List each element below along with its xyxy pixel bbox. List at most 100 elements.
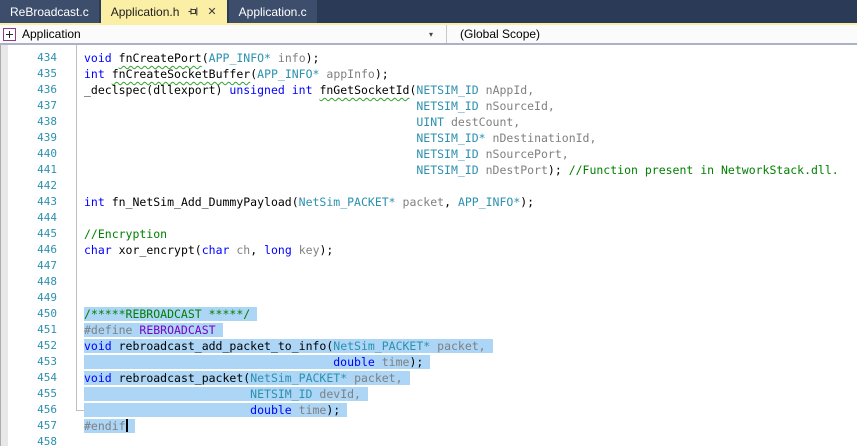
line-number[interactable]: 458 bbox=[0, 434, 57, 446]
line-number[interactable]: 439 bbox=[0, 130, 57, 146]
line-number[interactable]: 447 bbox=[0, 258, 57, 274]
types-dropdown[interactable]: Application ▾ bbox=[0, 25, 446, 43]
selection-highlight: double time); bbox=[84, 355, 431, 369]
line-number[interactable]: 449 bbox=[0, 290, 57, 306]
code-line[interactable]: 437 NETSIM_ID nSourceId, bbox=[0, 98, 857, 114]
code-line[interactable]: 439 NETSIM_ID* nDestinationId, bbox=[0, 130, 857, 146]
line-number[interactable]: 444 bbox=[0, 210, 57, 226]
line-number[interactable]: 435 bbox=[0, 66, 57, 82]
code-line[interactable]: 435 int fnCreateSocketBuffer(APP_INFO* ap… bbox=[0, 66, 857, 82]
code-token: NETSIM_ID bbox=[416, 99, 479, 113]
tab-label: ReBroadcast.c bbox=[10, 4, 89, 19]
code-token: rebroadcast_add_packet_to_info( bbox=[111, 339, 334, 353]
code-line[interactable]: 451 #define REBROADCAST bbox=[0, 322, 857, 338]
code-line[interactable]: 446 char xor_encrypt(char ch, long key); bbox=[0, 242, 857, 258]
line-number[interactable]: 434 bbox=[0, 50, 57, 66]
code-token: unsigned bbox=[229, 83, 285, 97]
line-number[interactable]: 451 bbox=[0, 322, 57, 338]
line-number[interactable]: 448 bbox=[0, 274, 57, 290]
code-editor[interactable]: 434 void fnCreatePort(APP_INFO* info); 435… bbox=[0, 45, 857, 446]
code-line[interactable]: 455 NETSIM_ID devId, bbox=[0, 386, 857, 402]
line-number[interactable]: 443 bbox=[0, 194, 57, 210]
code-line[interactable]: 454 void rebroadcast_packet(NetSim_PACKET… bbox=[0, 370, 857, 386]
code-line[interactable]: 441 NETSIM_ID nDestPort); //Function pre… bbox=[0, 162, 857, 178]
line-number[interactable]: 440 bbox=[0, 146, 57, 162]
code-token: char bbox=[84, 243, 112, 257]
code-pane[interactable]: 434 void fnCreatePort(APP_INFO* info); 435… bbox=[0, 45, 857, 446]
code-token: int bbox=[84, 67, 105, 81]
line-number[interactable]: 436 bbox=[0, 82, 57, 98]
code-token: double bbox=[333, 355, 375, 369]
code-line-text: int fn_NetSim_Add_DummyPayload(NetSim_PA… bbox=[57, 194, 534, 210]
code-line[interactable]: 438 UINT destCount, bbox=[0, 114, 857, 130]
code-token: nSourcePort, bbox=[485, 147, 569, 161]
code-line[interactable]: 453 double time); bbox=[0, 354, 857, 370]
close-icon[interactable]: ✕ bbox=[207, 6, 216, 17]
code-line[interactable]: 442 bbox=[0, 178, 857, 194]
code-line[interactable]: 436 _declspec(dllexport) unsigned int fnG… bbox=[0, 82, 857, 98]
code-line[interactable]: 458 bbox=[0, 434, 857, 446]
code-token: UINT bbox=[416, 115, 445, 129]
code-token: ); bbox=[305, 51, 320, 65]
code-line[interactable]: 444 bbox=[0, 210, 857, 226]
code-token: , bbox=[444, 195, 458, 209]
code-line-text: NETSIM_ID nSourcePort, bbox=[57, 146, 569, 162]
members-dropdown[interactable]: (Global Scope) bbox=[447, 25, 540, 43]
code-token: devId, bbox=[319, 387, 361, 401]
members-dropdown-value: (Global Scope) bbox=[460, 27, 541, 41]
selection-highlight: NETSIM_ID devId, bbox=[84, 387, 368, 401]
function-name-with-squiggle: fnGetSocketId bbox=[319, 83, 410, 97]
code-line-text: char xor_encrypt(char ch, long key); bbox=[57, 242, 333, 258]
code-line[interactable]: 443 int fn_NetSim_Add_DummyPayload(NetSim… bbox=[0, 194, 857, 210]
line-number[interactable]: 441 bbox=[0, 162, 57, 178]
line-number[interactable]: 446 bbox=[0, 242, 57, 258]
line-number[interactable]: 442 bbox=[0, 178, 57, 194]
code-line[interactable]: 448 bbox=[0, 274, 857, 290]
tab-application-h[interactable]: Application.h ✕ bbox=[100, 0, 227, 23]
code-line-text: #endif bbox=[57, 418, 135, 434]
code-line[interactable]: 449 bbox=[0, 290, 857, 306]
chevron-down-icon[interactable]: ▾ bbox=[429, 30, 433, 39]
code-line[interactable]: 456 double time); bbox=[0, 402, 857, 418]
code-line[interactable]: 440 NETSIM_ID nSourcePort, bbox=[0, 146, 857, 162]
tab-rebroadcast-c[interactable]: ReBroadcast.c bbox=[0, 0, 99, 23]
line-number[interactable]: 452 bbox=[0, 338, 57, 354]
code-token: info bbox=[277, 51, 306, 65]
code-line[interactable]: 447 bbox=[0, 258, 857, 274]
code-line-text: NETSIM_ID nDestPort); //Function present… bbox=[57, 162, 838, 178]
selection-highlight: #endif bbox=[84, 419, 135, 433]
code-token: NETSIM_ID bbox=[416, 163, 479, 177]
code-line[interactable]: 445 //Encryption bbox=[0, 226, 857, 242]
code-line[interactable]: 434 void fnCreatePort(APP_INFO* info); bbox=[0, 50, 857, 66]
code-token: double bbox=[250, 403, 292, 417]
code-line[interactable]: 452 void rebroadcast_add_packet_to_info(N… bbox=[0, 338, 857, 354]
line-number[interactable]: 455 bbox=[0, 386, 57, 402]
code-token: NETSIM_ID* bbox=[416, 131, 486, 145]
code-token: appInfo bbox=[326, 67, 375, 81]
line-number[interactable]: 453 bbox=[0, 354, 57, 370]
pin-icon[interactable] bbox=[188, 6, 199, 17]
code-line[interactable]: 457 #endif bbox=[0, 418, 857, 434]
code-token: NetSim_PACKET* bbox=[250, 371, 348, 385]
line-number[interactable]: 454 bbox=[0, 370, 57, 386]
code-token: ); bbox=[409, 355, 424, 369]
code-token: ch bbox=[236, 243, 251, 257]
line-number[interactable]: 456 bbox=[0, 402, 57, 418]
line-number[interactable]: 438 bbox=[0, 114, 57, 130]
code-token: , bbox=[250, 243, 265, 257]
line-number[interactable]: 437 bbox=[0, 98, 57, 114]
line-number[interactable]: 457 bbox=[0, 418, 57, 434]
code-line[interactable]: 450 /*****REBROADCAST *****/ bbox=[0, 306, 857, 322]
tab-application-c[interactable]: Application.c bbox=[228, 0, 317, 23]
line-number[interactable]: 450 bbox=[0, 306, 57, 322]
code-token: REBROADCAST bbox=[139, 323, 216, 337]
line-number[interactable]: 445 bbox=[0, 226, 57, 242]
